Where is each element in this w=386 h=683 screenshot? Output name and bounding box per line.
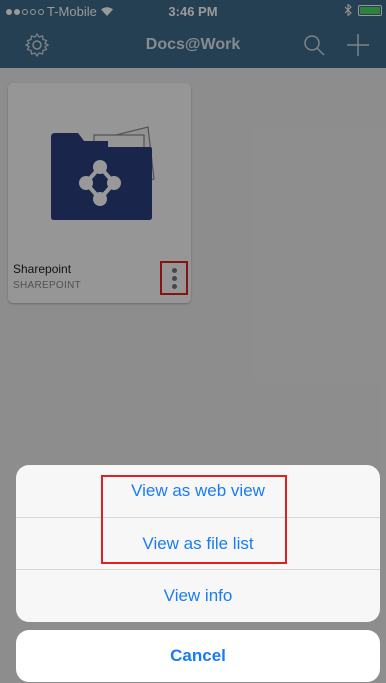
cancel-button[interactable]: Cancel — [16, 630, 380, 682]
action-sheet: View as web view View as file list View … — [16, 465, 380, 622]
view-as-web-view-option[interactable]: View as web view — [16, 465, 380, 517]
view-as-file-list-option[interactable]: View as file list — [16, 517, 380, 569]
view-info-option[interactable]: View info — [16, 569, 380, 622]
